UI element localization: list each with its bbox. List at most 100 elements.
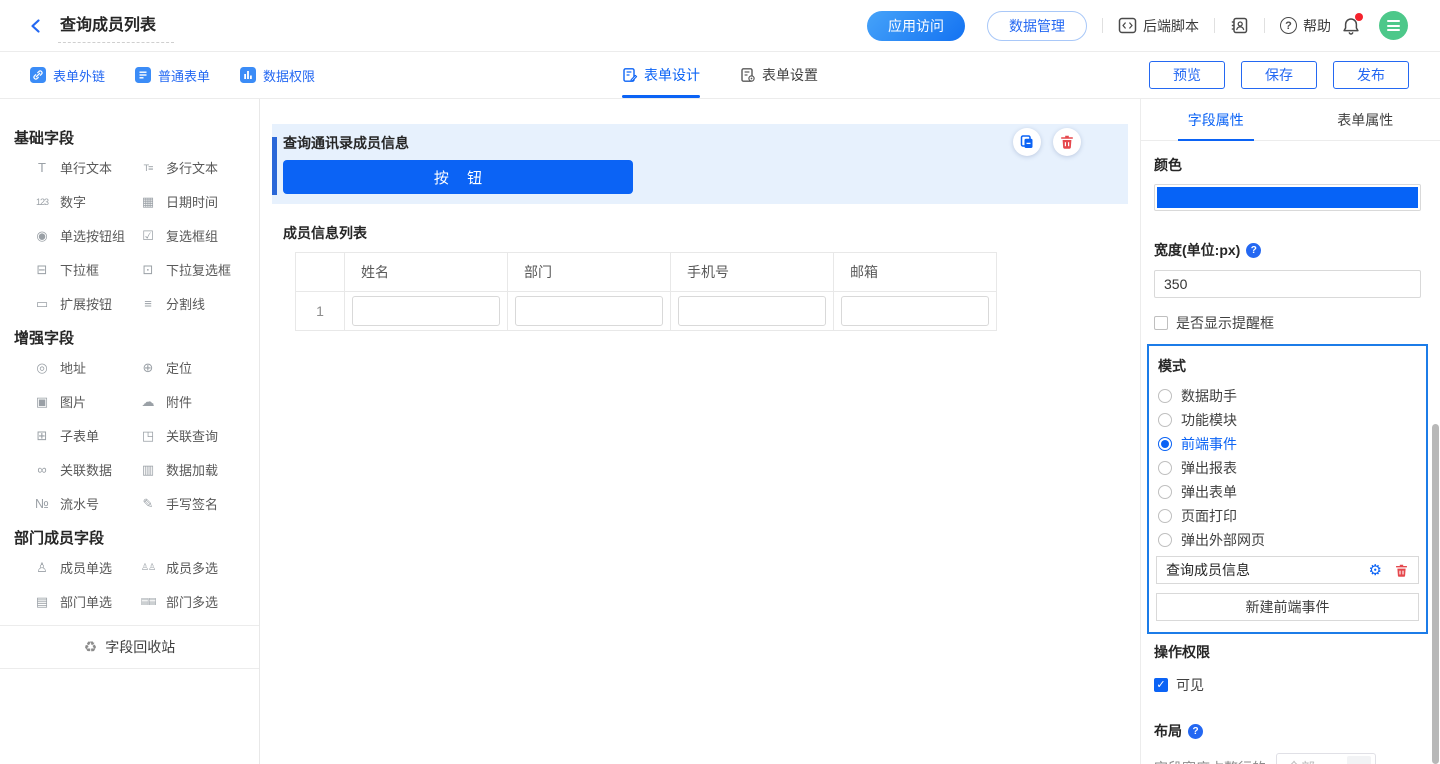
event-delete-trash-icon[interactable] — [1394, 563, 1409, 578]
layout-row-label: 字段宽度占整行的 — [1154, 758, 1266, 764]
palette-field-item[interactable]: ◳ 关联查询 — [138, 426, 244, 445]
field-type-icon: ✎ — [138, 496, 158, 512]
form-doc-icon — [135, 67, 151, 83]
button-widget-selected[interactable]: 查询通讯录成员信息 按 钮 — [272, 124, 1128, 204]
palette-field-item[interactable]: ◎ 地址 — [32, 358, 138, 377]
back-button[interactable] — [24, 14, 48, 38]
width-input[interactable] — [1154, 270, 1421, 298]
help-label: 帮助 — [1303, 16, 1331, 36]
page-title[interactable]: 查询成员列表 — [58, 9, 174, 43]
palette-field-item[interactable]: ⊞ 子表单 — [32, 426, 138, 445]
normal-form-link[interactable]: 普通表单 — [135, 66, 210, 85]
palette-field-item[interactable]: ♙♙ 成员多选 — [138, 558, 244, 577]
properties-panel: 字段属性 表单属性 颜色 宽度(单位:px) ? 是否显示提醒框 模式 — [1140, 99, 1440, 764]
palette-field-item[interactable]: ▣ 图片 — [32, 392, 138, 411]
palette-field-item[interactable]: ▭ 扩展按钮 — [32, 294, 138, 313]
recycle-label: 字段回收站 — [105, 637, 175, 657]
visible-checkbox-row[interactable]: ✓ 可见 — [1154, 675, 1421, 695]
help-button[interactable]: ? 帮助 — [1280, 16, 1331, 36]
mode-radio-option[interactable]: 弹出表单 — [1156, 480, 1419, 504]
subbar-action-buttons: 预览保存发布 — [1149, 61, 1409, 89]
form-external-link[interactable]: 表单外链 — [30, 66, 105, 85]
cell-input-department[interactable] — [515, 296, 663, 326]
palette-field-item[interactable]: ⊡ 下拉复选框 — [138, 260, 244, 279]
palette-field-item[interactable]: T 单行文本 — [32, 158, 138, 177]
delete-widget-button[interactable] — [1053, 128, 1081, 156]
mode-radio-option[interactable]: 功能模块 — [1156, 408, 1419, 432]
form-button-preview[interactable]: 按 钮 — [283, 160, 633, 194]
subform-widget[interactable]: 成员信息列表 姓名 部门 手机号 邮箱 1 — [272, 223, 1128, 331]
scrollbar-thumb[interactable] — [1432, 424, 1439, 764]
field-type-label: 日期时间 — [166, 192, 218, 211]
palette-field-item[interactable]: ≡ 分割线 — [138, 294, 244, 313]
app-root: 查询成员列表 应用访问 数据管理 后端脚本 ? 帮助 — [0, 0, 1440, 764]
frontend-event-row[interactable]: 查询成员信息 ⚙ — [1156, 556, 1419, 584]
top-header: 查询成员列表 应用访问 数据管理 后端脚本 ? 帮助 — [0, 0, 1440, 52]
subform-data-row: 1 — [296, 292, 997, 331]
field-type-icon: ▤▤ — [138, 596, 158, 607]
data-permission-link[interactable]: 数据权限 — [240, 66, 315, 85]
palette-field-item[interactable]: ⊕ 定位 — [138, 358, 244, 377]
palette-field-item[interactable]: ∞ 关联数据 — [32, 460, 138, 479]
mode-radio-option[interactable]: 弹出报表 — [1156, 456, 1419, 480]
field-type-label: 流水号 — [60, 494, 99, 513]
cell-input-name[interactable] — [352, 296, 500, 326]
palette-field-item[interactable]: ◉ 单选按钮组 — [32, 226, 138, 245]
address-book-icon — [1230, 16, 1249, 35]
palette-field-item[interactable]: 123 数字 — [32, 192, 138, 211]
palette-field-item[interactable]: ☑ 复选框组 — [138, 226, 244, 245]
notification-button[interactable] — [1341, 16, 1361, 36]
field-type-label: 关联数据 — [60, 460, 112, 479]
backend-script-button[interactable]: 后端脚本 — [1118, 16, 1199, 36]
width-help-icon[interactable]: ? — [1246, 243, 1261, 258]
palette-field-item[interactable]: ⊟ 下拉框 — [32, 260, 138, 279]
address-book-button[interactable] — [1230, 16, 1249, 35]
new-frontend-event-button[interactable]: 新建前端事件 — [1156, 593, 1419, 621]
layout-title-text: 布局 — [1154, 721, 1182, 741]
mode-radio-option[interactable]: 前端事件 — [1156, 432, 1419, 456]
field-type-icon: ◉ — [32, 228, 52, 244]
width-label-text: 宽度(单位:px) — [1154, 240, 1240, 260]
cell-input-email[interactable] — [841, 296, 989, 326]
mode-radio-option[interactable]: 页面打印 — [1156, 504, 1419, 528]
field-type-label: 关联查询 — [166, 426, 218, 445]
field-type-icon: ≡ — [138, 296, 158, 311]
layout-help-icon[interactable]: ? — [1188, 724, 1203, 739]
copy-widget-button[interactable] — [1013, 128, 1041, 156]
action-button[interactable]: 预览 — [1149, 61, 1225, 89]
palette-field-item[interactable]: ▥ 数据加载 — [138, 460, 244, 479]
palette-field-item[interactable]: ▤ 部门单选 — [32, 592, 138, 611]
tab-form-settings[interactable]: 表单设置 — [740, 52, 818, 98]
mode-radio-option[interactable]: 数据助手 — [1156, 384, 1419, 408]
field-type-label: 分割线 — [166, 294, 205, 313]
mode-radio-option[interactable]: 弹出外部网页 — [1156, 528, 1419, 552]
data-manage-button[interactable]: 数据管理 — [987, 11, 1087, 41]
tab-field-properties[interactable]: 字段属性 — [1141, 99, 1291, 140]
designer-tabs: 表单设计 表单设置 — [622, 52, 818, 98]
show-alert-checkbox-row[interactable]: 是否显示提醒框 — [1154, 313, 1421, 333]
app-access-button[interactable]: 应用访问 — [867, 11, 965, 41]
subform-header-row: 姓名 部门 手机号 邮箱 — [296, 253, 997, 292]
field-recycle-bin[interactable]: ♻ 字段回收站 — [0, 625, 259, 669]
tab-form-properties[interactable]: 表单属性 — [1291, 99, 1440, 140]
radio-icon — [1158, 389, 1172, 403]
palette-field-item[interactable]: T≡ 多行文本 — [138, 158, 244, 177]
palette-field-item[interactable]: № 流水号 — [32, 494, 138, 513]
cell-input-phone[interactable] — [678, 296, 826, 326]
layout-width-select[interactable]: 全部 ▼ — [1276, 753, 1376, 764]
palette-field-item[interactable]: ▤▤ 部门多选 — [138, 592, 244, 611]
palette-field-item[interactable]: ♙ 成员单选 — [32, 558, 138, 577]
palette-field-item[interactable]: ✎ 手写签名 — [138, 494, 244, 513]
event-settings-gear-icon[interactable]: ⚙ — [1369, 563, 1382, 578]
palette-field-item[interactable]: ☁ 附件 — [138, 392, 244, 411]
notification-badge — [1355, 13, 1363, 21]
action-button[interactable]: 保存 — [1241, 61, 1317, 89]
palette-field-item[interactable]: ▦ 日期时间 — [138, 192, 244, 211]
avatar[interactable] — [1379, 11, 1408, 40]
field-type-icon: ☁ — [138, 394, 158, 410]
form-external-link-label: 表单外链 — [53, 66, 105, 85]
field-type-label: 数据加载 — [166, 460, 218, 479]
color-picker[interactable] — [1154, 184, 1421, 211]
tab-form-design[interactable]: 表单设计 — [622, 52, 700, 98]
action-button[interactable]: 发布 — [1333, 61, 1409, 89]
